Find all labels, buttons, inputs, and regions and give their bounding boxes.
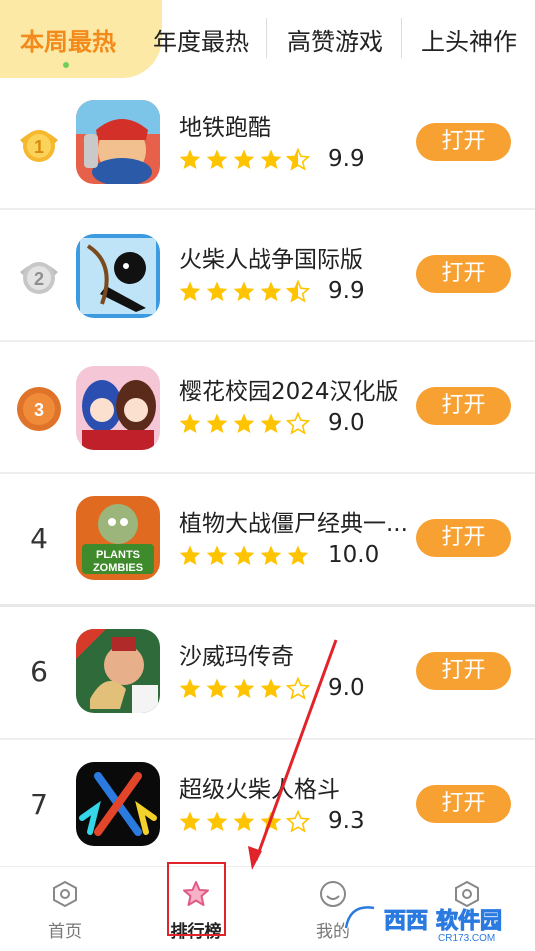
star-full-icon bbox=[179, 413, 201, 433]
gold-medal-icon: 1 bbox=[20, 130, 58, 162]
rating-stars bbox=[178, 677, 310, 701]
open-button[interactable]: 打开 bbox=[416, 652, 511, 690]
svg-text:2: 2 bbox=[34, 269, 44, 289]
list-item[interactable]: 2 火柴人战争国际版 9.9 打开 bbox=[0, 210, 535, 342]
nav-label: 首页 bbox=[48, 922, 82, 942]
app-score: 9.9 bbox=[328, 278, 365, 304]
star-half-icon bbox=[286, 280, 310, 303]
star-full-icon bbox=[260, 149, 282, 169]
star-full-icon bbox=[206, 281, 228, 301]
home-icon bbox=[53, 880, 77, 908]
star-half-icon bbox=[286, 148, 310, 171]
app-score: 9.3 bbox=[328, 808, 365, 834]
app-score: 9.9 bbox=[328, 146, 365, 172]
star-full-icon bbox=[179, 811, 201, 831]
subway-surfers-icon bbox=[76, 100, 160, 184]
rating-stars bbox=[178, 412, 310, 436]
app-score: 9.0 bbox=[328, 410, 365, 436]
list-item[interactable]: 3 樱花校园2024汉化版 9.0 打开 bbox=[0, 342, 535, 474]
star-full-icon bbox=[260, 413, 282, 433]
list-item[interactable]: 1 地铁跑酷 9.9 打开 bbox=[0, 78, 535, 210]
svg-text:1: 1 bbox=[34, 137, 44, 157]
tab-addictive[interactable]: 上头神作 bbox=[421, 22, 517, 57]
shawarma-legend-icon bbox=[76, 629, 160, 713]
list-item[interactable]: 7 超级火柴人格斗 9.3 打开 bbox=[0, 740, 535, 872]
app-score: 10.0 bbox=[328, 542, 380, 568]
top-tab-bar: 本周最热 年度最热 高赞游戏 上头神作 bbox=[0, 0, 535, 80]
app-name: 超级火柴人格斗 bbox=[179, 777, 340, 803]
star-full-icon bbox=[233, 545, 255, 565]
star-full-icon bbox=[206, 678, 228, 698]
open-button[interactable]: 打开 bbox=[416, 519, 511, 557]
rank-number: 6 bbox=[30, 655, 48, 688]
star-empty-icon bbox=[286, 810, 310, 833]
svg-text:CR173.COM: CR173.COM bbox=[438, 933, 495, 944]
rating-stars bbox=[178, 280, 310, 304]
tab-separator bbox=[401, 18, 402, 58]
star-full-icon bbox=[233, 678, 255, 698]
nav-home[interactable]: 首页 bbox=[20, 879, 110, 942]
open-button[interactable]: 打开 bbox=[416, 387, 511, 425]
star-full-icon bbox=[260, 811, 282, 831]
star-full-icon bbox=[233, 811, 255, 831]
star-full-icon bbox=[206, 811, 228, 831]
star-full-icon bbox=[206, 413, 228, 433]
list-item[interactable]: 4 PLANTS ZOMBIES 植物大战僵尸经典一... 10.0 打开 bbox=[0, 474, 535, 606]
star-full-icon bbox=[206, 545, 228, 565]
star-full-icon bbox=[179, 678, 201, 698]
rating-stars bbox=[178, 148, 310, 172]
star-full-icon bbox=[233, 413, 255, 433]
star-full-icon bbox=[179, 149, 201, 169]
rating-stars bbox=[178, 810, 310, 834]
app-name: 地铁跑酷 bbox=[179, 115, 271, 141]
star-full-icon bbox=[260, 678, 282, 698]
star-empty-icon bbox=[286, 412, 310, 435]
star-full-icon bbox=[260, 545, 282, 565]
rank-number: 4 bbox=[30, 522, 48, 555]
open-button[interactable]: 打开 bbox=[416, 123, 511, 161]
watermark-logo: 西西 软件园 CR173.COM bbox=[343, 904, 503, 944]
rating-stars bbox=[178, 544, 310, 568]
app-name: 樱花校园2024汉化版 bbox=[179, 379, 399, 405]
star-full-icon bbox=[179, 545, 201, 565]
app-score: 9.0 bbox=[328, 675, 365, 701]
app-name: 沙威玛传奇 bbox=[179, 644, 294, 670]
open-button[interactable]: 打开 bbox=[416, 255, 511, 293]
star-full-icon bbox=[233, 281, 255, 301]
silver-medal-icon: 2 bbox=[20, 262, 58, 294]
tab-separator bbox=[266, 18, 267, 58]
tab-weekly-hot[interactable]: 本周最热 bbox=[20, 22, 116, 57]
tab-yearly-hot[interactable]: 年度最热 bbox=[153, 22, 249, 57]
svg-text:软件园: 软件园 bbox=[436, 908, 502, 934]
highlight-box bbox=[167, 862, 226, 936]
app-name: 植物大战僵尸经典一... bbox=[179, 511, 408, 537]
bronze-medal-icon: 3 bbox=[17, 387, 61, 431]
star-full-icon bbox=[260, 281, 282, 301]
app-name: 火柴人战争国际版 bbox=[179, 247, 363, 273]
sakura-school-icon bbox=[76, 366, 160, 450]
svg-text:西西: 西西 bbox=[384, 909, 428, 934]
star-full-icon bbox=[233, 149, 255, 169]
stick-war-icon bbox=[76, 234, 160, 318]
tab-top-rated[interactable]: 高赞游戏 bbox=[287, 22, 383, 57]
open-button[interactable]: 打开 bbox=[416, 785, 511, 823]
star-empty-icon bbox=[286, 677, 310, 700]
list-item[interactable]: 6 沙威玛传奇 9.0 打开 bbox=[0, 607, 535, 739]
rank-number: 7 bbox=[30, 788, 48, 821]
svg-text:ZOMBIES: ZOMBIES bbox=[93, 562, 143, 574]
active-tab-indicator bbox=[63, 62, 69, 68]
star-full-icon bbox=[179, 281, 201, 301]
svg-text:3: 3 bbox=[34, 400, 44, 420]
star-full-icon bbox=[287, 545, 309, 565]
svg-text:PLANTS: PLANTS bbox=[96, 549, 140, 561]
star-full-icon bbox=[206, 149, 228, 169]
super-stickman-fight-icon bbox=[76, 762, 160, 846]
plants-vs-zombies-icon: PLANTS ZOMBIES bbox=[76, 496, 160, 580]
